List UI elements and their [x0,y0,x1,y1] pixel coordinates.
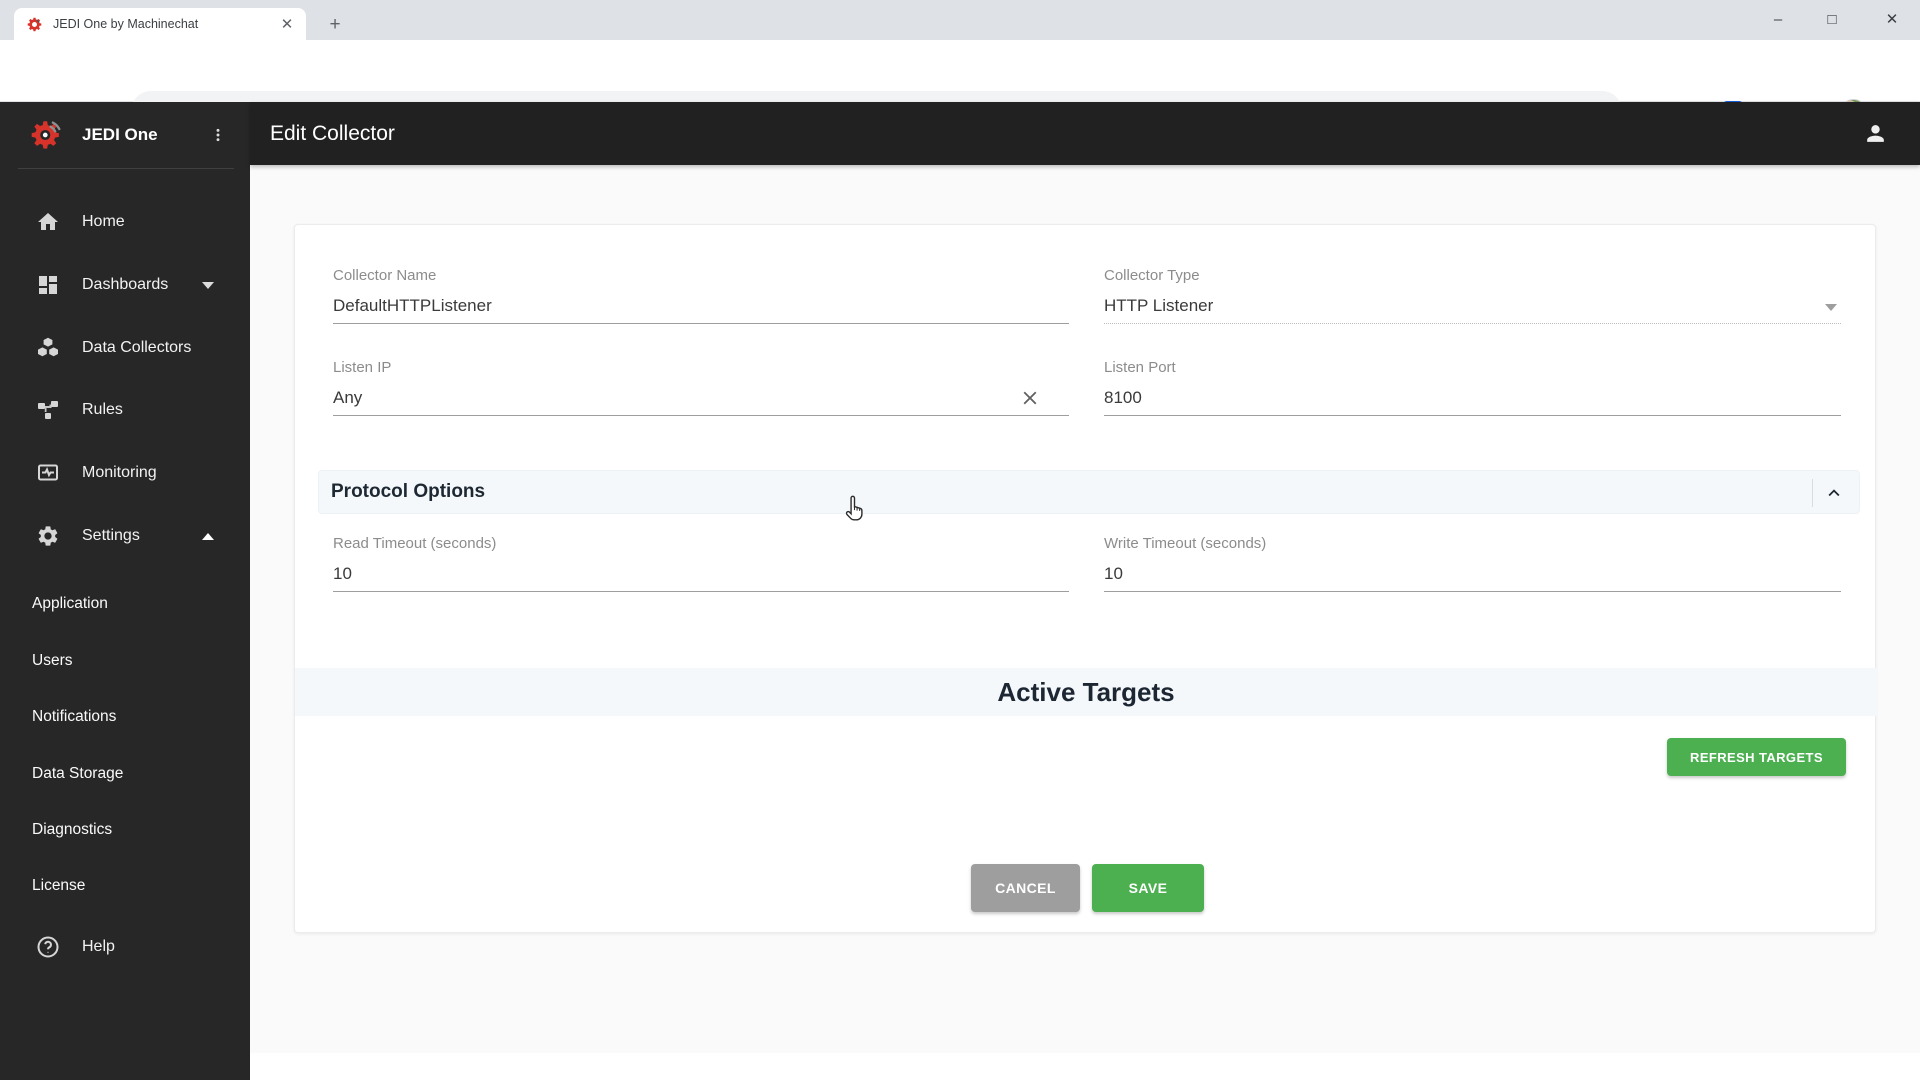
write-timeout-input[interactable] [1104,564,1841,592]
read-timeout-field: Read Timeout (seconds) [333,535,1069,592]
dashboard-icon [39,276,57,294]
protocol-header-divider [1812,479,1813,507]
collector-name-input[interactable] [333,296,1069,324]
sidebar-item-home[interactable]: Home [0,198,250,246]
rules-diagram-icon [38,401,58,419]
sidebar-item-help[interactable]: Help [0,923,250,971]
window-maximize-button[interactable]: □ [1809,0,1855,38]
sidebar-item-settings[interactable]: Settings [0,512,250,560]
sidebar-item-users[interactable]: Users [0,643,250,679]
sidebar: JEDI One Home Dashboards Data Collectors… [0,102,250,1080]
listen-ip-label: Listen IP [333,359,392,376]
listen-port-label: Listen Port [1104,359,1176,376]
page-bottom-strip [250,1053,1920,1080]
sidebar-item-monitoring[interactable]: Monitoring [0,449,250,497]
sidebar-item-rules[interactable]: Rules [0,386,250,434]
jedi-one-logo-icon [31,121,61,149]
protocol-options-header[interactable]: Protocol Options [318,470,1860,514]
active-targets-band: Active Targets [295,668,1877,716]
browser-titlebar: JEDI One by Machinechat ✕ + – □ ✕ [0,0,1920,40]
tab-close-icon[interactable]: ✕ [278,15,296,33]
select-caret-icon [1825,304,1837,311]
sidebar-item-data-collectors[interactable]: Data Collectors [0,324,250,372]
active-targets-title: Active Targets [997,676,1175,707]
sidebar-item-dashboards[interactable]: Dashboards [0,261,250,309]
chevron-up-icon [202,533,214,540]
write-timeout-label: Write Timeout (seconds) [1104,535,1267,552]
tab-title: JEDI One by Machinechat [53,17,199,31]
help-icon [37,936,59,958]
edit-collector-card: Collector Name Collector Type HTTP Liste… [294,224,1877,933]
sidebar-divider [18,168,234,169]
collector-name-label: Collector Name [333,267,437,284]
sidebar-menu-kebab-icon[interactable] [206,123,230,147]
listen-port-input[interactable] [1104,388,1841,416]
listen-ip-clear-button[interactable] [1012,380,1048,416]
gear-icon [38,526,58,546]
read-timeout-input[interactable] [333,564,1069,592]
account-person-icon[interactable] [1863,121,1888,146]
sidebar-item-license[interactable]: License [0,868,250,904]
sidebar-item-application[interactable]: Application [0,586,250,622]
collapse-chevron-up-icon[interactable] [1823,482,1845,504]
listen-ip-input[interactable] [333,388,1069,416]
save-button[interactable]: SAVE [1092,864,1204,912]
new-tab-button[interactable]: + [322,12,348,38]
refresh-targets-button[interactable]: REFRESH TARGETS [1667,738,1846,776]
collector-name-field: Collector Name [333,267,1069,324]
favicon-gear-icon [27,17,42,31]
home-icon [38,213,58,230]
collector-type-label: Collector Type [1104,267,1200,284]
listen-port-field: Listen Port [1104,359,1841,416]
sidebar-item-data-storage[interactable]: Data Storage [0,756,250,792]
page-title: Edit Collector [270,121,395,145]
sidebar-item-notifications[interactable]: Notifications [0,699,250,735]
chevron-down-icon [202,282,214,289]
monitoring-icon [38,464,58,481]
read-timeout-label: Read Timeout (seconds) [333,535,497,552]
page-appbar: Edit Collector [250,102,1920,165]
window-close-button[interactable]: ✕ [1869,0,1915,38]
collector-type-select[interactable]: HTTP Listener [1104,296,1841,324]
protocol-options-title: Protocol Options [331,481,486,502]
browser-tab[interactable]: JEDI One by Machinechat ✕ [14,8,306,40]
window-minimize-button[interactable]: – [1755,0,1801,38]
app-name: JEDI One [82,125,158,144]
close-icon [1023,391,1037,405]
browser-toolbar: Not secure 192.168.1.204:9123/editcollec… [0,40,1920,131]
listen-ip-field: Listen IP [333,359,1069,416]
sidebar-header: JEDI One [0,102,250,168]
collector-type-field: Collector Type HTTP Listener [1104,267,1841,324]
cancel-button[interactable]: CANCEL [971,864,1080,912]
write-timeout-field: Write Timeout (seconds) [1104,535,1841,592]
cubes-icon [38,337,58,357]
main-content: Collector Name Collector Type HTTP Liste… [250,165,1920,1080]
sidebar-item-diagnostics[interactable]: Diagnostics [0,812,250,848]
